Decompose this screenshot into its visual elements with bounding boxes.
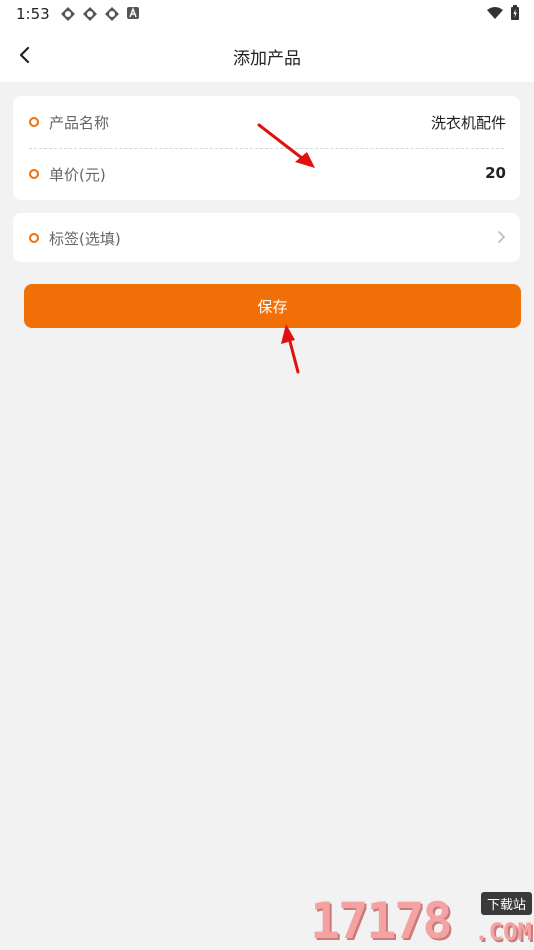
page-title: 添加产品 bbox=[233, 49, 301, 69]
notification-icon bbox=[105, 7, 119, 21]
chevron-right-icon bbox=[498, 231, 505, 243]
watermark-tag: 下载站 bbox=[480, 892, 532, 915]
app-bar: 添加产品 bbox=[0, 28, 534, 82]
status-right bbox=[486, 5, 520, 21]
unit-price-input[interactable]: 20 bbox=[485, 164, 506, 182]
status-bar: 1:53 bbox=[0, 0, 534, 28]
watermark-domain: .COM bbox=[474, 918, 532, 946]
battery-icon bbox=[511, 5, 519, 20]
status-time: 1:53 bbox=[16, 5, 50, 23]
watermark-digits: 17178 bbox=[310, 892, 453, 950]
wifi-icon bbox=[487, 7, 503, 19]
annotation-arrow-icon bbox=[281, 324, 300, 374]
product-name-input[interactable]: 洗衣机配件 bbox=[431, 112, 506, 133]
a-badge-icon bbox=[127, 7, 139, 19]
site-watermark: 17178 下载站 .COM bbox=[310, 888, 534, 950]
tag-card: 标签(选填) bbox=[13, 213, 520, 262]
unit-price-label: 单价(元) bbox=[49, 166, 106, 184]
status-icons bbox=[60, 6, 140, 22]
tag-row[interactable]: 标签(选填) bbox=[13, 213, 520, 262]
save-button[interactable]: 保存 bbox=[24, 284, 521, 328]
tag-label: 标签(选填) bbox=[49, 230, 121, 248]
annotation-arrow-icon bbox=[257, 123, 315, 168]
required-dot-icon bbox=[29, 169, 39, 179]
required-dot-icon bbox=[29, 117, 39, 127]
optional-dot-icon bbox=[29, 233, 39, 243]
notification-icon bbox=[61, 7, 75, 21]
notification-icon bbox=[83, 7, 97, 21]
product-name-label: 产品名称 bbox=[49, 114, 110, 132]
